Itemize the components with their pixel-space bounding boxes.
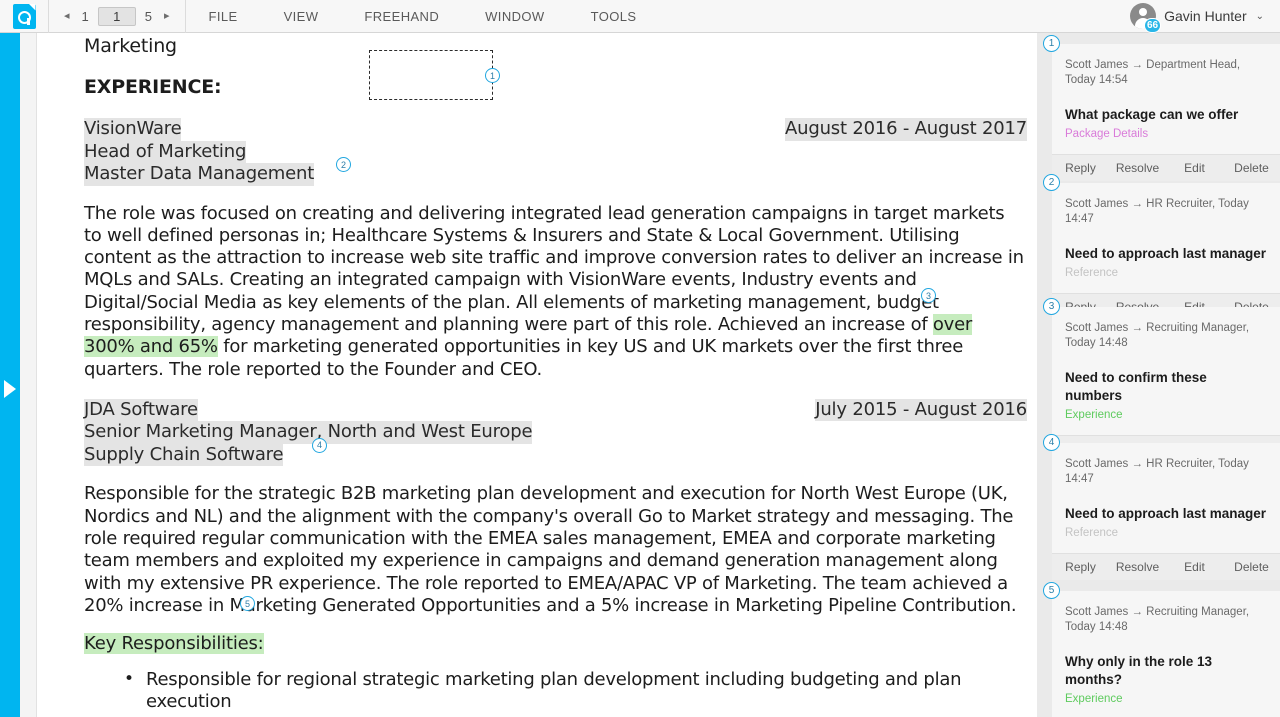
chevron-down-icon[interactable]: ⌄ [1256, 11, 1264, 22]
key-responsibilities-label: Key Responsibilities: [84, 633, 264, 655]
job-title: Head of Marketing [84, 140, 247, 163]
job-subtitle: Supply Chain Software [84, 443, 284, 467]
comment-tag[interactable]: Experience [1065, 691, 1267, 707]
comment-meta: Scott James → Department Head, Today 14:… [1065, 59, 1241, 86]
comment-body: Scott James → HR Recruiter, Today 14:47 … [1052, 443, 1280, 553]
job-title: Senior Marketing Manager, North and West… [84, 421, 533, 444]
avatar[interactable]: 66 [1130, 3, 1162, 33]
edit-button[interactable]: Edit [1166, 161, 1223, 175]
annotation-box[interactable] [369, 50, 493, 100]
job-entry-jda: JDA Software July 2015 - August 2016 Sen… [84, 398, 1027, 467]
doc-marker-2[interactable]: 2 [336, 157, 351, 172]
reply-button[interactable]: Reply [1052, 560, 1109, 574]
comment-meta: Scott James → Recruiting Manager, Today … [1065, 606, 1250, 633]
prev-page-icon[interactable]: ◂ [61, 9, 73, 24]
reply-button[interactable]: Reply [1052, 161, 1109, 175]
comment-marker[interactable]: 4 [1043, 434, 1060, 451]
doc-marker-3[interactable]: 3 [921, 288, 936, 303]
menu-tools[interactable]: TOOLS [568, 0, 660, 33]
comment-meta: Scott James → HR Recruiter, Today 14:47 [1065, 458, 1249, 485]
job-company: JDA Software [84, 398, 198, 422]
comment-title: Why only in the role 13 months? [1065, 654, 1213, 687]
top-toolbar: ◂ 1 1 5 ▸ FILE VIEW FREEHAND WINDOW TOOL… [0, 0, 1280, 33]
paragraph-visionware: The role was focused on creating and del… [84, 203, 1027, 381]
paragraph-part-a: The role was focused on creating and del… [84, 202, 1024, 335]
document-heading-experience: EXPERIENCE: [84, 76, 222, 98]
app-logo[interactable] [0, 0, 49, 33]
document-line-marketing: Marketing [84, 35, 177, 57]
comment-title: Need to confirm these numbers [1065, 370, 1207, 403]
job-dates: July 2015 - August 2016 [815, 398, 1027, 422]
page-navigator: ◂ 1 1 5 ▸ [49, 0, 186, 33]
app-logo-icon [12, 3, 36, 29]
document-viewer[interactable]: 1 Marketing EXPERIENCE: VisionWare Augus… [37, 33, 1037, 717]
paragraph-jda: Responsible for the strategic B2B market… [84, 483, 1017, 616]
comment-marker[interactable]: 1 [1043, 35, 1060, 52]
doc-marker-1[interactable]: 1 [485, 68, 500, 83]
comment-body: Scott James → Recruiting Manager, Today … [1052, 307, 1280, 435]
menu-window[interactable]: WINDOW [462, 0, 567, 33]
comment-tag[interactable]: Experience [1065, 407, 1267, 423]
doc-marker-5[interactable]: 5 [240, 596, 255, 611]
delete-button[interactable]: Delete [1223, 560, 1280, 574]
first-page-label: 1 [81, 8, 89, 24]
comment-card[interactable]: 4 Scott James → HR Recruiter, Today 14:4… [1043, 434, 1280, 580]
comment-actions: Reply Resolve Edit Delete [1052, 154, 1280, 181]
key-responsibilities-heading: Key Responsibilities: [84, 633, 264, 655]
comment-card[interactable]: 1 Scott James → Department Head, Today 1… [1043, 35, 1280, 181]
comment-card[interactable]: 2 Scott James → HR Recruiter, Today 14:4… [1043, 174, 1280, 320]
menu-bar: FILE VIEW FREEHAND WINDOW TOOLS [186, 0, 660, 33]
comment-marker[interactable]: 3 [1043, 298, 1060, 315]
comment-body: Scott James → HR Recruiter, Today 14:47 … [1052, 183, 1280, 293]
comment-actions: Reply Resolve Edit Delete [1052, 553, 1280, 580]
comments-panel[interactable]: 1 Scott James → Department Head, Today 1… [1037, 33, 1280, 717]
user-menu[interactable]: 66 Gavin Hunter ⌄ [1130, 0, 1280, 33]
notification-badge[interactable]: 66 [1144, 18, 1162, 33]
comment-marker[interactable]: 2 [1043, 174, 1060, 191]
left-rail [0, 33, 20, 717]
resolve-button[interactable]: Resolve [1109, 161, 1166, 175]
list-item: Responsible for regional strategic marke… [84, 668, 1027, 714]
rail-expand-icon[interactable] [4, 380, 16, 398]
current-page-input[interactable]: 1 [97, 6, 136, 26]
comment-card[interactable]: 3 Scott James → Recruiting Manager, Toda… [1043, 298, 1280, 462]
comment-card[interactable]: 5 Scott James → Recruiting Manager, Toda… [1043, 582, 1280, 717]
edit-button[interactable]: Edit [1166, 560, 1223, 574]
comment-meta: Scott James → HR Recruiter, Today 14:47 [1065, 198, 1249, 225]
comment-tag[interactable]: Reference [1065, 525, 1267, 541]
comment-title: Need to approach last manager [1065, 246, 1267, 261]
comment-marker[interactable]: 5 [1043, 582, 1060, 599]
comment-meta: Scott James → Recruiting Manager, Today … [1065, 322, 1250, 349]
delete-button[interactable]: Delete [1223, 161, 1280, 175]
resolve-button[interactable]: Resolve [1109, 560, 1166, 574]
user-name-label: Gavin Hunter [1164, 8, 1247, 24]
comment-body: Scott James → Recruiting Manager, Today … [1052, 591, 1280, 717]
comment-title: What package can we offer [1065, 107, 1239, 122]
job-dates: August 2016 - August 2017 [785, 118, 1027, 141]
next-page-icon[interactable]: ▸ [161, 9, 173, 24]
comment-body: Scott James → Department Head, Today 14:… [1052, 44, 1280, 154]
menu-freehand[interactable]: FREEHAND [341, 0, 462, 33]
comment-tag[interactable]: Package Details [1065, 126, 1267, 142]
comment-tag[interactable]: Reference [1065, 265, 1267, 281]
responsibilities-list: Responsible for regional strategic marke… [84, 668, 1027, 717]
menu-view[interactable]: VIEW [261, 0, 342, 33]
job-entry-visionware: VisionWare August 2016 - August 2017 Hea… [84, 118, 1027, 186]
job-company: VisionWare [84, 118, 182, 141]
comment-title: Need to approach last manager [1065, 506, 1267, 521]
left-gutter [20, 33, 37, 717]
doc-marker-4[interactable]: 4 [312, 437, 327, 453]
menu-file[interactable]: FILE [186, 0, 261, 33]
job-subtitle: Master Data Management [84, 163, 315, 186]
last-page-label: 5 [144, 8, 152, 24]
